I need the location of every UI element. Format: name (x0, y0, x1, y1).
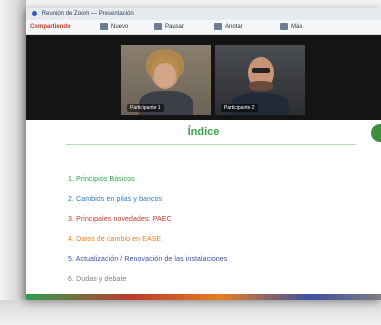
participant-name: Participante 2 (221, 104, 258, 112)
app-logo-icon (32, 10, 37, 16)
shared-slide: Índice 1. Principios Básicos 2. Cambios … (26, 120, 381, 300)
toolbar-button-pause[interactable]: Pausar (154, 22, 184, 32)
index-item-3: 3. Principales novedades: PAEC (68, 216, 172, 223)
toolbar-label: Compartiendo (30, 24, 71, 30)
share-toolbar: Compartiendo Nuevo Pausar Anotar Más (26, 20, 381, 35)
toolbar-button-new[interactable]: Nuevo (100, 22, 128, 32)
video-strip: Participante 1 Participante 2 (26, 35, 381, 120)
participant-video-2[interactable]: Participante 2 (215, 45, 305, 115)
app-title: Reunión de Zoom — Presentación (41, 11, 134, 17)
slide-title: Índice (187, 126, 220, 138)
toolbar-button-more[interactable]: Más (280, 22, 302, 32)
toolbar-button-label: Más (291, 24, 303, 30)
annotate-icon (214, 23, 222, 30)
toolbar-button-label: Anotar (225, 24, 243, 30)
monitor-bottom-edge (0, 300, 381, 325)
participant-video-1[interactable]: Participante 1 (121, 45, 211, 115)
slide-footer-bar (26, 294, 381, 300)
index-item-2: 2. Cambios en pilas y bancos (68, 196, 163, 203)
participant-face-front (154, 63, 176, 87)
toolbar-button-label: Nuevo (111, 24, 129, 30)
index-item-4: 4. Datos de cambio en EASE (68, 236, 162, 243)
more-icon (280, 23, 288, 30)
participant-name: Participante 1 (127, 104, 164, 112)
participant-beard (249, 81, 273, 91)
index-item-5: 5. Actualización / Renovación de las ins… (68, 256, 228, 263)
monitor-bezel (0, 0, 26, 325)
glasses-icon (252, 68, 270, 73)
toolbar-button-label: Pausar (165, 24, 185, 30)
slide-logo-icon (371, 124, 381, 142)
pause-icon (154, 23, 162, 30)
title-divider (66, 144, 356, 145)
index-item-6: 6. Dudas y debate (68, 276, 127, 283)
index-item-1: 1. Principios Básicos (68, 176, 135, 183)
screen: Reunión de Zoom — Presentación Compartie… (26, 8, 381, 300)
new-share-icon (100, 23, 108, 30)
toolbar-button-annotate[interactable]: Anotar (214, 22, 243, 32)
